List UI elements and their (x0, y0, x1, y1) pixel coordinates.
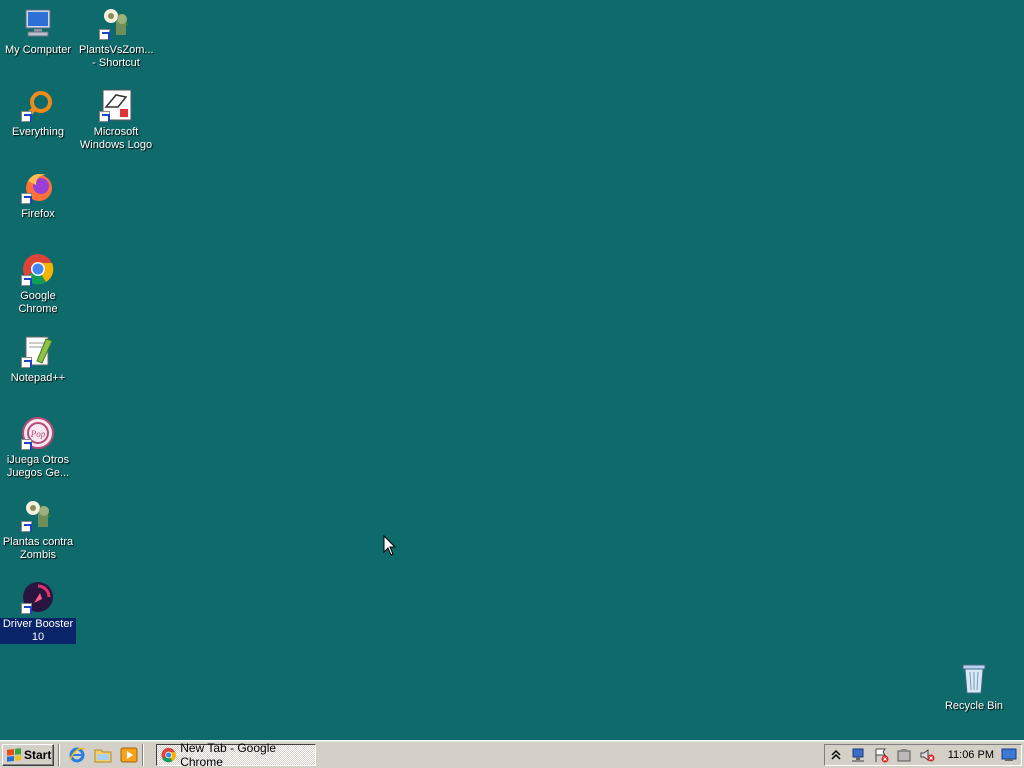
windows-logo-doc-icon (99, 88, 133, 122)
desktop-icon-label: Microsoft Windows Logo (79, 126, 153, 151)
system-tray: 11:06 PM (824, 744, 1022, 766)
desktop-icon-plants-vs-zombies-shortcut[interactable]: PlantsVsZom... - Shortcut (78, 6, 154, 70)
desktop-icon-label: Google Chrome (18, 290, 58, 315)
mouse-pointer-icon (383, 535, 397, 556)
svg-text:Pop: Pop (30, 429, 46, 439)
task-button-label: New Tab - Google Chrome (180, 740, 277, 768)
windows-flag-icon (7, 747, 21, 762)
desktop-icon-google-chrome[interactable]: Google Chrome (0, 252, 76, 316)
folder-icon[interactable] (94, 746, 112, 764)
taskbar-separator (58, 743, 60, 766)
show-hidden-icons-chevron[interactable] (829, 747, 843, 763)
desktop-icon-label: iJuega Otros Juegos Ge... (6, 454, 70, 479)
taskbar: Start New Tab - Google Chrome 11:06 PM (0, 740, 1024, 768)
desktop-icon-label: Recycle Bin (944, 700, 1004, 712)
action-center-flag-icon[interactable] (873, 747, 889, 763)
desktop-icon-everything[interactable]: Everything (0, 88, 76, 139)
computer-icon (21, 6, 55, 40)
recycle-bin-icon (957, 662, 991, 696)
task-button-chrome[interactable]: New Tab - Google Chrome (156, 740, 316, 768)
popcap-games-icon: Pop (21, 416, 55, 450)
desktop-icon-label: Driver Booster 10 (0, 618, 76, 644)
everything-search-icon (21, 88, 55, 122)
desktop-icon-firefox[interactable]: Firefox (0, 170, 76, 221)
desktop-icon-ijuega-otros-juegos[interactable]: Pop iJuega Otros Juegos Ge... (0, 416, 76, 480)
desktop-icon-microsoft-windows-logo[interactable]: Microsoft Windows Logo (78, 88, 154, 152)
desktop-icon-label: My Computer (4, 44, 72, 56)
volume-muted-icon[interactable] (919, 747, 935, 763)
safely-remove-hardware-icon[interactable] (896, 747, 912, 763)
desktop-icon-label: Notepad++ (10, 372, 66, 384)
taskbar-separator (142, 743, 144, 766)
network-icon[interactable] (850, 747, 866, 763)
driver-booster-icon (21, 580, 55, 614)
start-button[interactable]: Start (2, 743, 54, 766)
chrome-icon (21, 252, 55, 286)
chrome-icon (161, 747, 176, 762)
desktop-icon-plantas-contra-zombis[interactable]: Plantas contra Zombis (0, 498, 76, 562)
internet-explorer-icon[interactable] (68, 746, 86, 764)
quick-launch (68, 746, 138, 764)
notepad-plus-plus-icon (21, 334, 55, 368)
plantas-contra-zombis-icon (21, 498, 55, 532)
plants-vs-zombies-icon (99, 6, 133, 40)
desktop-icon-label: PlantsVsZom... - Shortcut (79, 44, 154, 69)
show-desktop-icon[interactable] (1001, 747, 1017, 763)
clock[interactable]: 11:06 PM (948, 749, 994, 761)
desktop-icon-recycle-bin[interactable]: Recycle Bin (936, 662, 1012, 713)
desktop-icon-label: Firefox (21, 208, 55, 220)
firefox-icon (21, 170, 55, 204)
desktop-icon-label: Plantas contra Zombis (2, 536, 74, 561)
desktop-icon-driver-booster[interactable]: Driver Booster 10 (0, 580, 76, 644)
start-label: Start (24, 747, 52, 762)
desktop-icon-notepad-plus-plus[interactable]: Notepad++ (0, 334, 76, 385)
desktop-icon-my-computer[interactable]: My Computer (0, 6, 76, 57)
media-player-icon[interactable] (120, 746, 138, 764)
desktop-icon-label: Everything (12, 126, 64, 138)
